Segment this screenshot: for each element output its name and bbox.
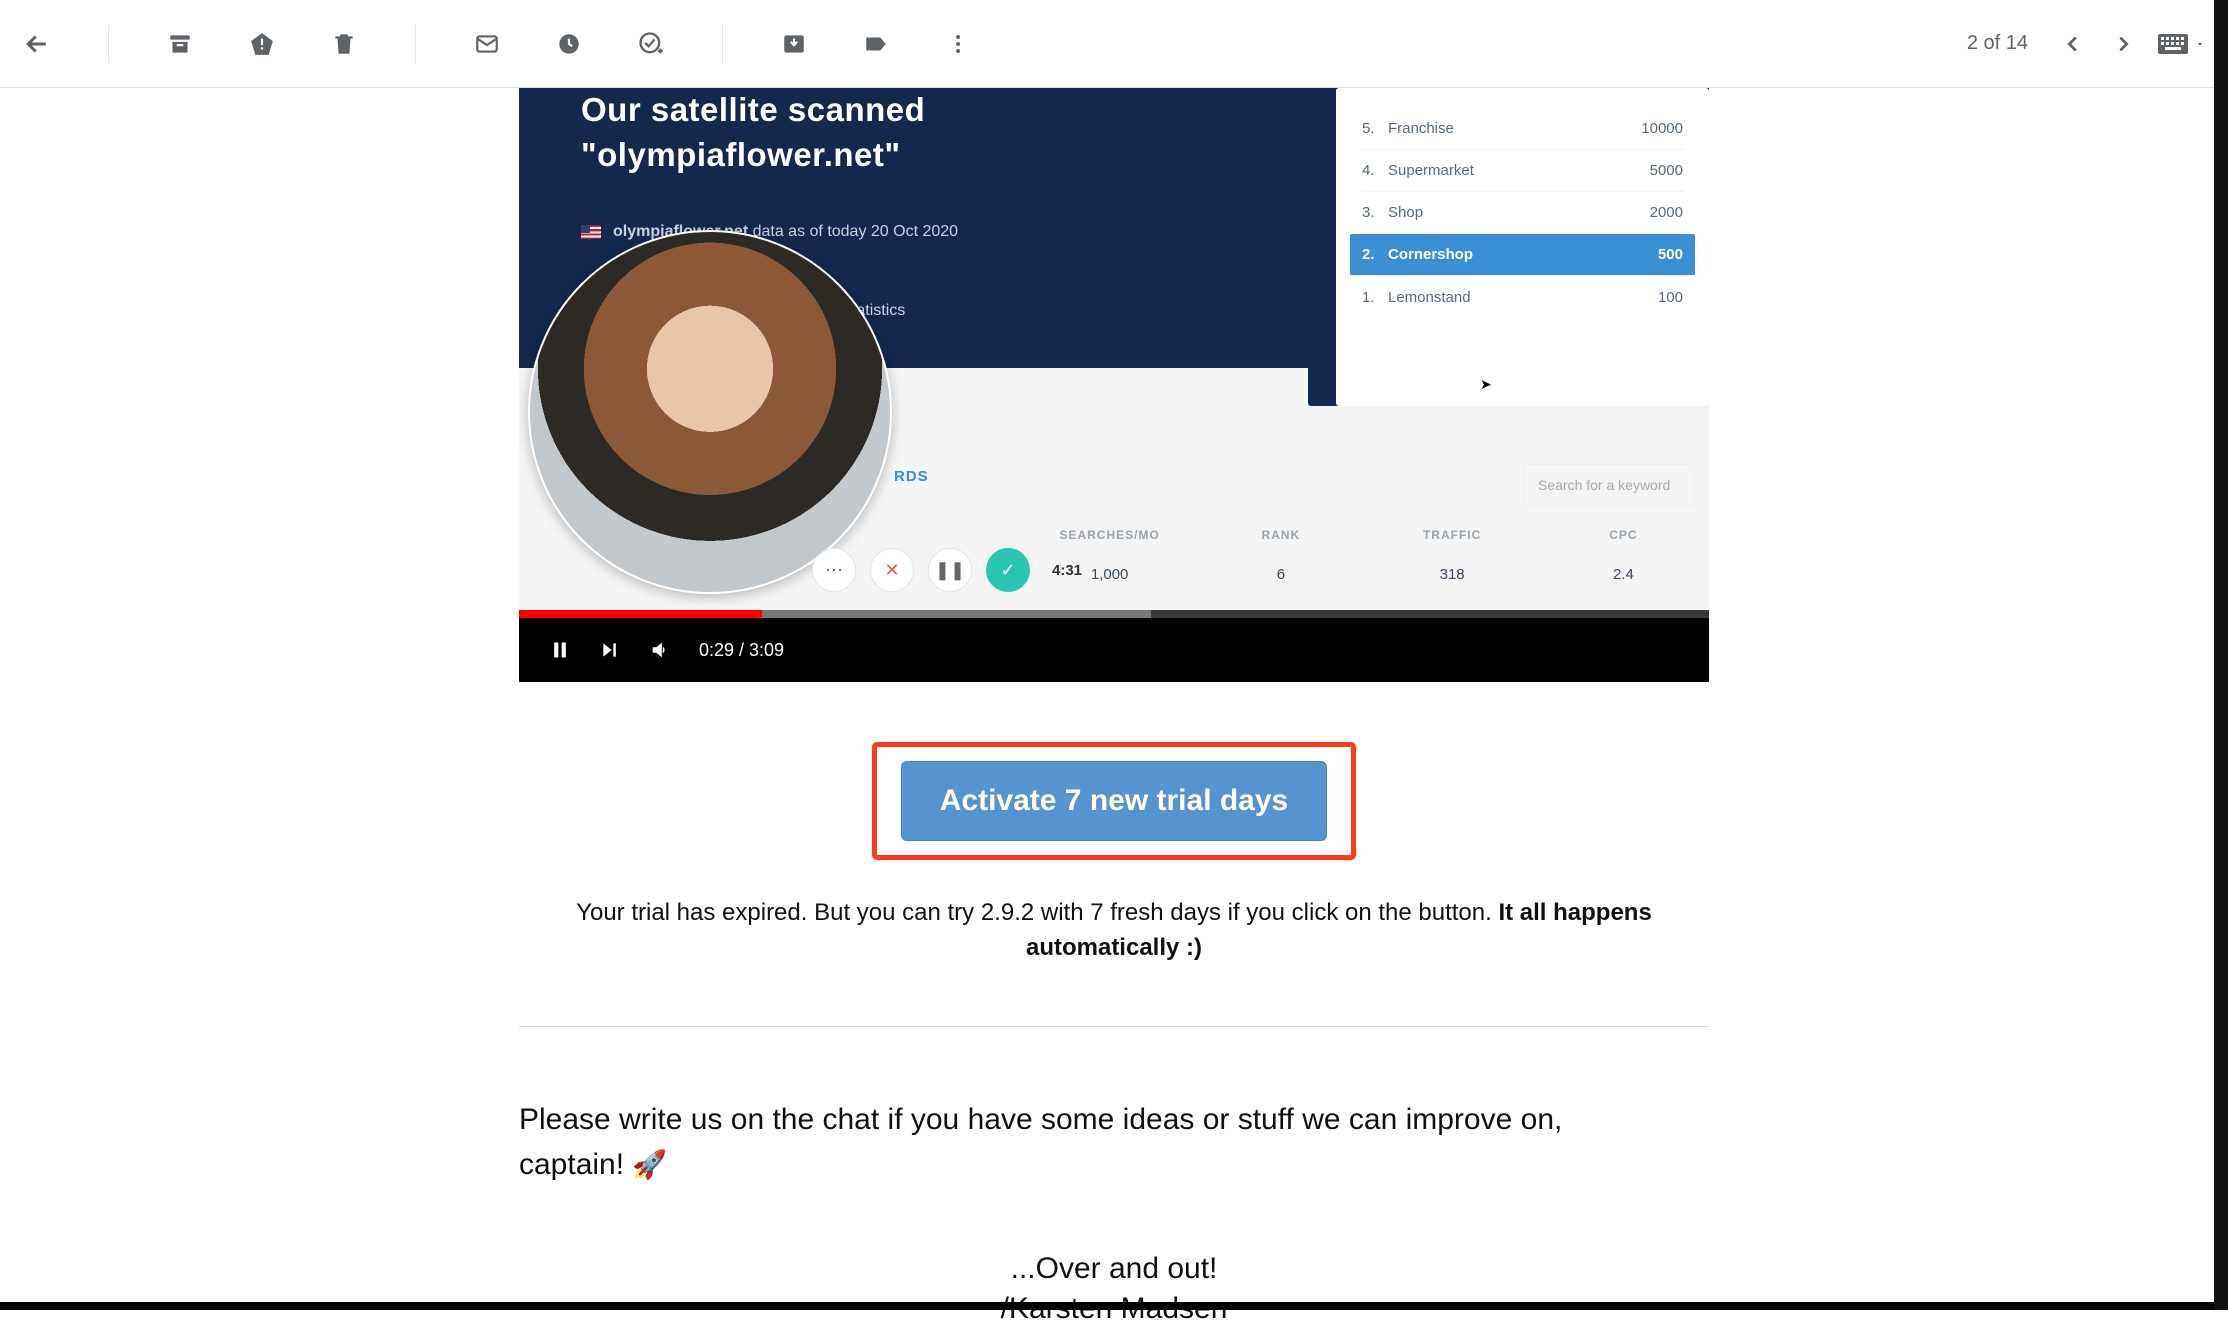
video-overlay-chips: ⋯ ✕ ❚❚ ✓ 4:31 [812,548,1090,592]
trial-expired-text: Your trial has expired. But you can try … [519,896,1709,966]
more-icon[interactable] [943,29,973,59]
presenter-avatar [528,230,892,594]
feedback-message: Please write us on the chat if you have … [519,1097,1639,1187]
activate-trial-button[interactable]: Activate 7 new trial days [901,761,1328,841]
more-chip-icon: ⋯ [812,548,856,592]
close-chip-icon: ✕ [870,548,914,592]
email-body: Our satellite scanned "olympiaflower.net… [519,88,1709,1330]
metric-row: 1,000 6 318 2.4 [1024,566,1709,583]
delete-icon[interactable] [329,29,359,59]
video-frame: Our satellite scanned "olympiaflower.net… [519,88,1709,610]
archive-icon[interactable] [165,29,195,59]
cta-highlight-frame: Activate 7 new trial days [872,742,1357,860]
toolbar: 2 of 14 [0,0,2228,88]
next-track-icon[interactable] [599,639,621,661]
duration-chip: 4:31 [1044,548,1090,592]
divider [519,1026,1709,1027]
input-tools-icon[interactable] [2158,34,2206,54]
video-preview[interactable]: Our satellite scanned "olympiaflower.net… [519,88,1709,682]
snooze-icon[interactable] [554,29,584,59]
separator [415,25,416,63]
separator [722,25,723,63]
move-to-icon[interactable] [779,29,809,59]
video-progress-bar[interactable] [519,610,1709,618]
back-icon[interactable] [22,29,52,59]
prev-icon[interactable] [2058,29,2088,59]
list-item: 4.Supermarket5000 [1362,150,1683,192]
page-counter: 2 of 14 [1967,32,2028,55]
add-task-icon[interactable] [636,29,666,59]
search-keyword-input: Search for a keyword [1523,464,1695,506]
rocket-icon: 🚀 [632,1149,667,1180]
toolbar-right: 2 of 14 [1967,29,2206,59]
email-content: Our satellite scanned "olympiaflower.net… [0,88,2228,1330]
us-flag-icon [581,225,601,239]
hero-title: Our satellite scanned "olympiaflower.net… [581,88,1262,177]
list-item-selected: 2.Cornershop500 [1350,234,1695,276]
list-item: 5.Franchise10000 [1362,108,1683,150]
labels-icon[interactable] [861,29,891,59]
video-controls: 0:29 / 3:09 [519,618,1709,682]
progress-played [519,610,762,618]
volume-icon[interactable] [649,639,671,661]
frame-bottom-edge [0,1302,2214,1310]
video-time: 0:29 / 3:09 [699,640,784,661]
cta-section: Activate 7 new trial days Your trial has… [519,742,1709,966]
pause-icon[interactable] [549,639,571,661]
list-item: 3.Shop2000 [1362,192,1683,234]
spam-icon[interactable] [247,29,277,59]
metric-headers: SEARCHES/MO RANK TRAFFIC CPC [1024,528,1709,542]
cursor-icon: ➤ [1480,376,1492,393]
pause-chip-icon: ❚❚ [928,548,972,592]
separator [108,25,109,63]
list-item: 1.Lemonstand100 [1362,276,1683,318]
ranking-list: 5.Franchise10000 4.Supermarket5000 3.Sho… [1336,88,1709,406]
frame-right-edge [2214,0,2228,1310]
toolbar-left [22,25,973,63]
check-chip-icon: ✓ [986,548,1030,592]
signoff: ...Over and out! /Karsten Madsen [519,1249,1709,1330]
next-icon[interactable] [2108,29,2138,59]
mark-unread-icon[interactable] [472,29,502,59]
